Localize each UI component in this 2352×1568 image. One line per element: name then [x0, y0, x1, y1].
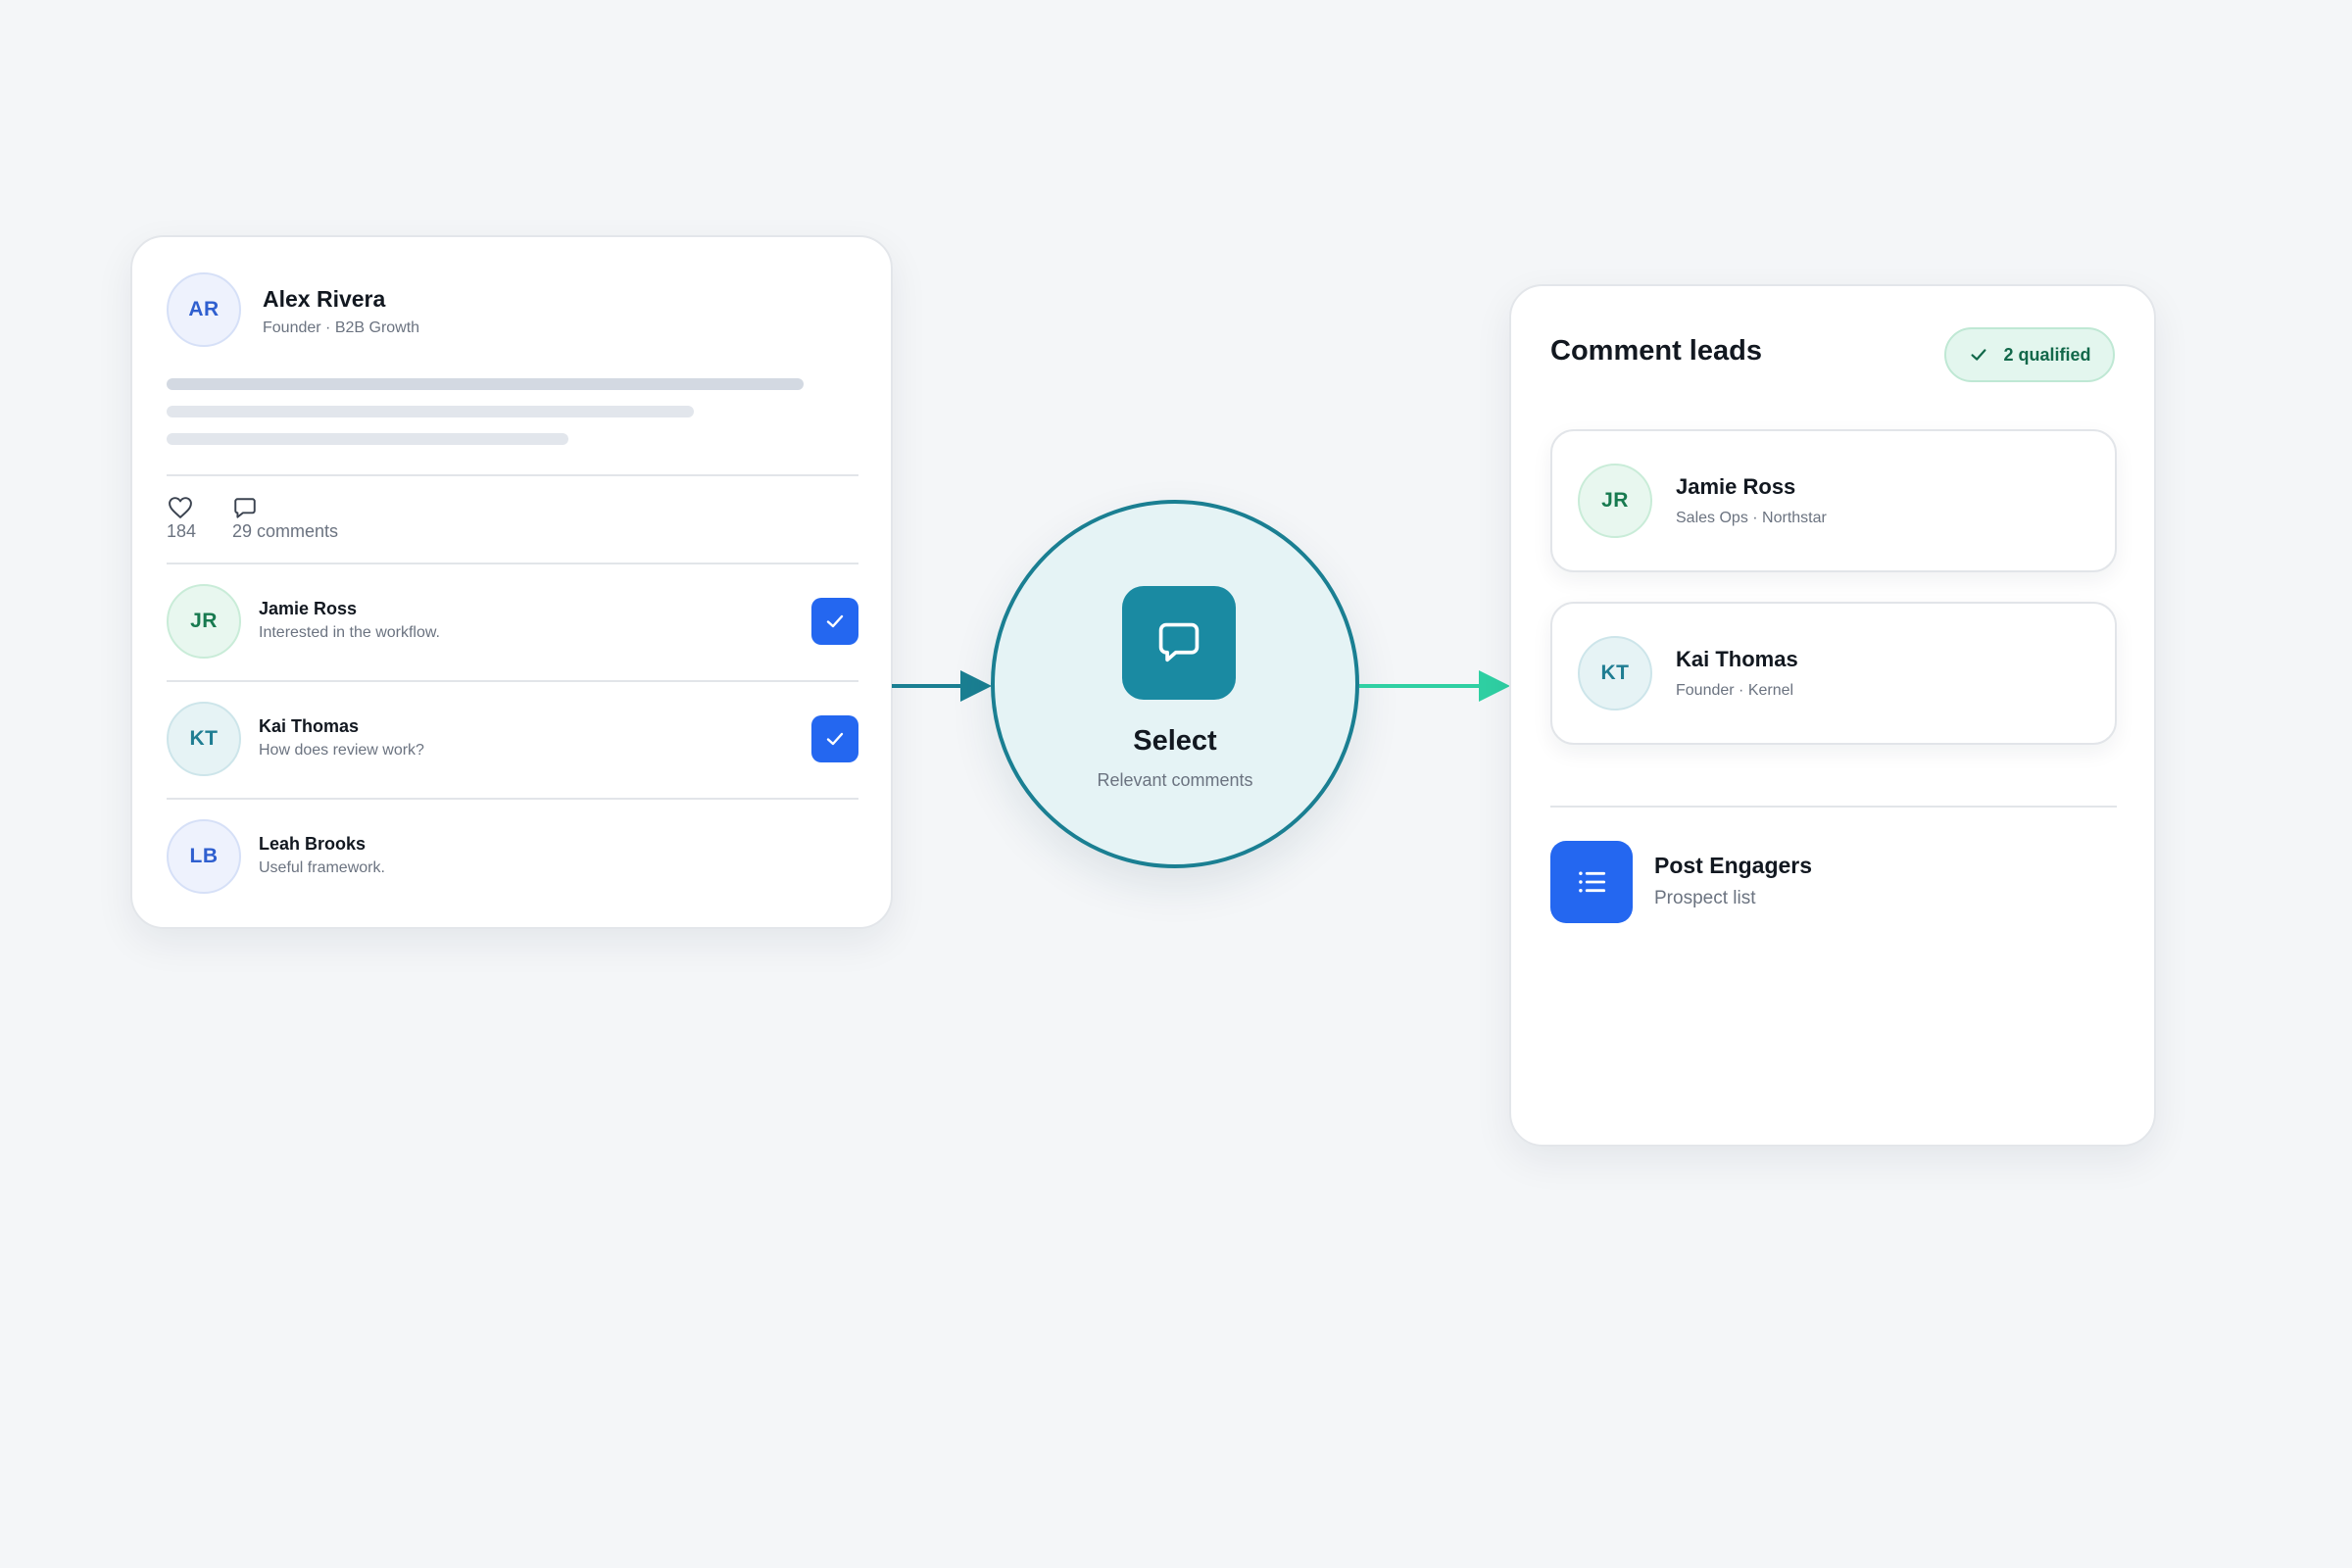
comment-avatar: KT — [167, 702, 241, 776]
post-text-placeholder-line — [167, 378, 804, 390]
qualified-count: 2 qualified — [2003, 344, 2091, 365]
lead-subtitle: Founder · Kernel — [1676, 682, 1794, 699]
lead-avatar: JR — [1578, 464, 1652, 538]
comment-initials: KT — [189, 727, 219, 750]
qualified-badge: 2 qualified — [1944, 327, 2115, 382]
select-step-subtitle: Relevant comments — [1097, 770, 1253, 790]
author-name: Alex Rivera — [263, 286, 386, 312]
checkmark-icon — [826, 732, 844, 746]
comment-text: Useful framework. — [259, 859, 385, 876]
comment-author: Leah Brooks — [259, 834, 367, 854]
comment-text: How does review work? — [259, 742, 424, 759]
heart-icon[interactable] — [167, 496, 194, 519]
checkmark-icon — [1971, 349, 1987, 361]
flow-arrow-to-select — [892, 670, 992, 702]
author-initials: AR — [188, 298, 220, 320]
chat-bubble-icon — [1158, 622, 1200, 662]
author-avatar: AR — [167, 272, 241, 347]
likes-count: 184 — [167, 521, 197, 541]
comment-initials: JR — [190, 610, 218, 632]
lead-name: Kai Thomas — [1676, 647, 1798, 671]
lead-avatar: KT — [1578, 636, 1652, 710]
comment-avatar: LB — [167, 819, 241, 894]
list-icon — [1579, 871, 1606, 893]
divider — [167, 474, 858, 476]
comment-author: Jamie Ross — [259, 599, 358, 618]
comment-icon[interactable] — [232, 496, 258, 521]
leads-card: Comment leads 2 qualified JR Jamie Ross … — [1509, 284, 2156, 1147]
post-text-placeholder-line — [167, 433, 568, 445]
comment-select-checkbox[interactable] — [811, 715, 858, 762]
checkmark-icon — [826, 614, 844, 628]
comment-select-checkbox[interactable] — [811, 598, 858, 645]
lead-initials: KT — [1600, 662, 1630, 684]
leads-title: Comment leads — [1550, 335, 1762, 367]
lead-item[interactable]: JR Jamie Ross Sales Ops · Northstar — [1550, 429, 2117, 572]
destination-list-name[interactable]: Post Engagers — [1654, 853, 1812, 879]
comment-author: Kai Thomas — [259, 716, 360, 736]
lead-initials: JR — [1601, 489, 1629, 512]
lead-name: Jamie Ross — [1676, 474, 1796, 499]
comment-avatar: JR — [167, 584, 241, 659]
comment-initials: LB — [189, 845, 219, 867]
divider — [167, 563, 858, 564]
select-step-node: Select Relevant comments — [991, 500, 1359, 868]
post-card: AR Alex Rivera Founder · B2B Growth 184 … — [130, 235, 893, 929]
flow-arrow-to-leads — [1359, 670, 1510, 702]
destination-list-subtitle: Prospect list — [1654, 888, 1756, 908]
lead-item[interactable]: KT Kai Thomas Founder · Kernel — [1550, 602, 2117, 745]
post-text-placeholder-line — [167, 406, 694, 417]
select-icon-box — [1122, 586, 1236, 700]
divider — [167, 798, 858, 800]
comments-count: 29 comments — [232, 521, 339, 541]
lead-subtitle: Sales Ops · Northstar — [1676, 510, 1827, 526]
list-icon-box — [1550, 841, 1633, 923]
comment-text: Interested in the workflow. — [259, 624, 440, 641]
divider — [167, 680, 858, 682]
select-step-title: Select — [1133, 725, 1217, 757]
author-subtitle: Founder · B2B Growth — [263, 319, 420, 336]
divider — [1550, 806, 2117, 808]
